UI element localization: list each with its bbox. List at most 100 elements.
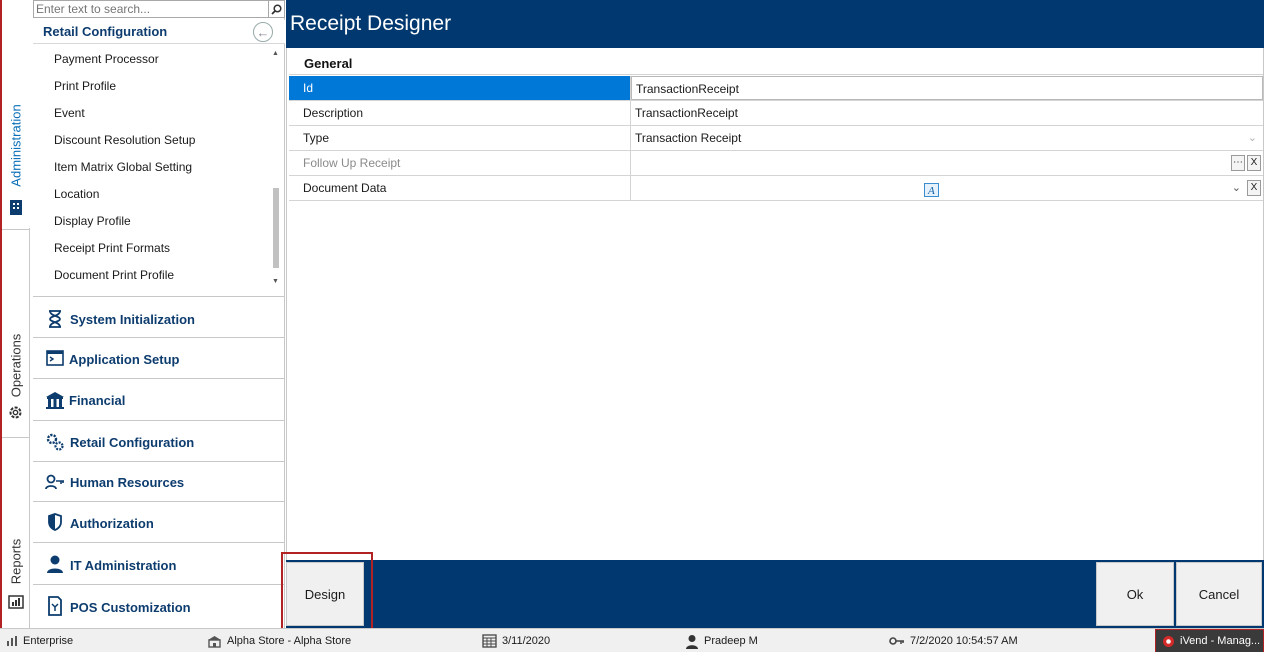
clear-button[interactable]: X <box>1247 180 1261 196</box>
chevron-down-icon[interactable]: ⌄ <box>1232 176 1241 200</box>
rail-tab-administration[interactable]: Administration <box>2 0 30 228</box>
group-label: Retail Configuration <box>70 435 195 450</box>
group-retail-configuration[interactable]: Retail Configuration <box>33 420 285 461</box>
status-business-date: 3/11/2020 <box>482 629 550 652</box>
property-row-document-data[interactable]: Document Data A ⌄ X <box>289 176 1263 201</box>
status-edition: Enterprise <box>6 629 73 652</box>
status-bar: Enterprise Alpha Store - Alpha Store 3/1… <box>0 628 1264 652</box>
sub-item-payment-processor[interactable]: Payment Processor <box>54 52 159 66</box>
gear-icon <box>7 404 24 424</box>
group-pos-customization[interactable]: POS Customization <box>33 584 285 626</box>
user-key-icon <box>45 472 65 492</box>
property-value-id[interactable]: TransactionReceipt <box>631 76 1263 100</box>
report-icon <box>8 594 24 613</box>
category-row-general[interactable]: General <box>289 51 1263 75</box>
property-row-type[interactable]: Type Transaction Receipt ⌄ <box>289 126 1263 151</box>
type-value: Transaction Receipt <box>635 131 742 145</box>
design-button[interactable]: Design <box>286 562 364 626</box>
group-it-administration[interactable]: IT Administration <box>33 542 285 584</box>
property-name: Id <box>289 76 631 100</box>
property-value-description[interactable]: TransactionReceipt <box>631 101 1263 125</box>
calendar-icon <box>482 634 497 648</box>
person-icon <box>45 554 65 574</box>
status-app-button[interactable]: iVend - Manag... <box>1155 629 1264 652</box>
arrow-left-icon: ← <box>256 24 270 40</box>
status-store: Alpha Store - Alpha Store <box>207 629 351 652</box>
search-icon <box>271 3 282 15</box>
store-icon <box>207 635 222 648</box>
group-label: Financial <box>69 393 126 408</box>
property-row-description[interactable]: Description TransactionReceipt <box>289 101 1263 126</box>
sub-item-receipt-print-formats[interactable]: Receipt Print Formats <box>54 241 170 255</box>
ellipsis-button[interactable]: ⋯ <box>1231 155 1245 171</box>
section-item-list: Payment Processor Print Profile Event Di… <box>33 46 285 294</box>
group-system-initialization[interactable]: System Initialization <box>33 296 285 337</box>
gears-icon <box>45 432 65 452</box>
store-text: Alpha Store - Alpha Store <box>227 635 352 647</box>
clear-button[interactable]: X <box>1247 155 1261 171</box>
property-row-follow-up-receipt[interactable]: Follow Up Receipt ⋯ X <box>289 151 1263 176</box>
group-label: IT Administration <box>70 558 177 573</box>
svg-text:A: A <box>927 185 935 197</box>
document-data-field[interactable]: A ⌄ X <box>631 176 1263 200</box>
login-time-text: 7/2/2020 10:54:57 AM <box>910 635 1018 647</box>
scroll-up-icon[interactable]: ▲ <box>272 50 279 57</box>
rail-tab-label: Reports <box>8 538 24 585</box>
text-style-icon: A <box>924 181 939 205</box>
rail-tab-operations[interactable]: Operations <box>2 230 30 436</box>
property-name: Description <box>289 101 631 125</box>
group-label: POS Customization <box>70 600 191 615</box>
chevron-down-icon[interactable]: ⌄ <box>1248 126 1257 150</box>
title-bar: Receipt Designer <box>286 0 1264 48</box>
group-label: Application Setup <box>69 352 180 367</box>
module-rail: Administration Operations Reports <box>0 0 30 628</box>
hourglass-icon <box>45 309 65 329</box>
sub-item-print-profile[interactable]: Print Profile <box>54 79 116 93</box>
group-label: System Initialization <box>70 312 195 327</box>
description-value: TransactionReceipt <box>635 106 738 120</box>
user-text: Pradeep M <box>704 635 758 647</box>
action-bar: Design Ok Cancel <box>286 560 1264 628</box>
app-logo-icon <box>1162 635 1175 648</box>
ok-button[interactable]: Ok <box>1096 562 1174 626</box>
type-select[interactable]: Transaction Receipt ⌄ <box>631 126 1263 150</box>
sub-item-event[interactable]: Event <box>54 106 85 120</box>
scroll-down-icon[interactable]: ▼ <box>272 278 279 285</box>
sub-item-display-profile[interactable]: Display Profile <box>54 214 131 228</box>
shield-icon <box>45 512 65 532</box>
section-header: Retail Configuration ← <box>33 20 285 44</box>
edition-text: Enterprise <box>23 635 74 647</box>
app-window: Administration Operations Reports Enter … <box>0 0 1264 652</box>
group-financial[interactable]: Financial <box>33 378 285 420</box>
search-box <box>33 0 285 18</box>
page-title: Receipt Designer <box>290 12 452 35</box>
property-row-id[interactable]: Id TransactionReceipt <box>289 76 1263 101</box>
property-name: Document Data <box>289 176 631 200</box>
group-label: Authorization <box>70 516 154 531</box>
group-application-setup[interactable]: Application Setup <box>33 337 285 378</box>
sub-item-document-print-profile[interactable]: Document Print Profile <box>54 268 174 282</box>
cancel-button[interactable]: Cancel <box>1176 562 1262 626</box>
status-login-time: 7/2/2020 10:54:57 AM <box>889 629 1018 652</box>
app-text: iVend - Manag... <box>1180 635 1261 647</box>
main-content: Receipt Designer General Id TransactionR… <box>286 0 1264 628</box>
list-scrollbar[interactable]: ▲ ▼ <box>270 48 280 288</box>
id-value: TransactionReceipt <box>636 82 739 96</box>
sub-item-location[interactable]: Location <box>54 187 99 201</box>
sub-item-item-matrix-global-setting[interactable]: Item Matrix Global Setting <box>54 160 192 174</box>
property-name: Type <box>289 126 631 150</box>
group-human-resources[interactable]: Human Resources <box>33 461 285 501</box>
rail-tab-reports[interactable]: Reports <box>2 438 30 628</box>
group-authorization[interactable]: Authorization <box>33 501 285 542</box>
back-button[interactable]: ← <box>253 22 273 42</box>
property-name: Follow Up Receipt <box>289 151 631 175</box>
sub-item-discount-resolution-setup[interactable]: Discount Resolution Setup <box>54 133 195 147</box>
search-button[interactable] <box>268 1 284 17</box>
group-label: Human Resources <box>70 475 185 490</box>
search-input[interactable] <box>34 1 264 17</box>
section-title: Retail Configuration <box>43 24 168 39</box>
bar-chart-icon <box>6 635 18 647</box>
navigation-panel: Retail Configuration ← Payment Processor… <box>33 0 285 628</box>
scroll-thumb[interactable] <box>273 188 279 268</box>
follow-up-receipt-field[interactable]: ⋯ X <box>631 151 1263 175</box>
